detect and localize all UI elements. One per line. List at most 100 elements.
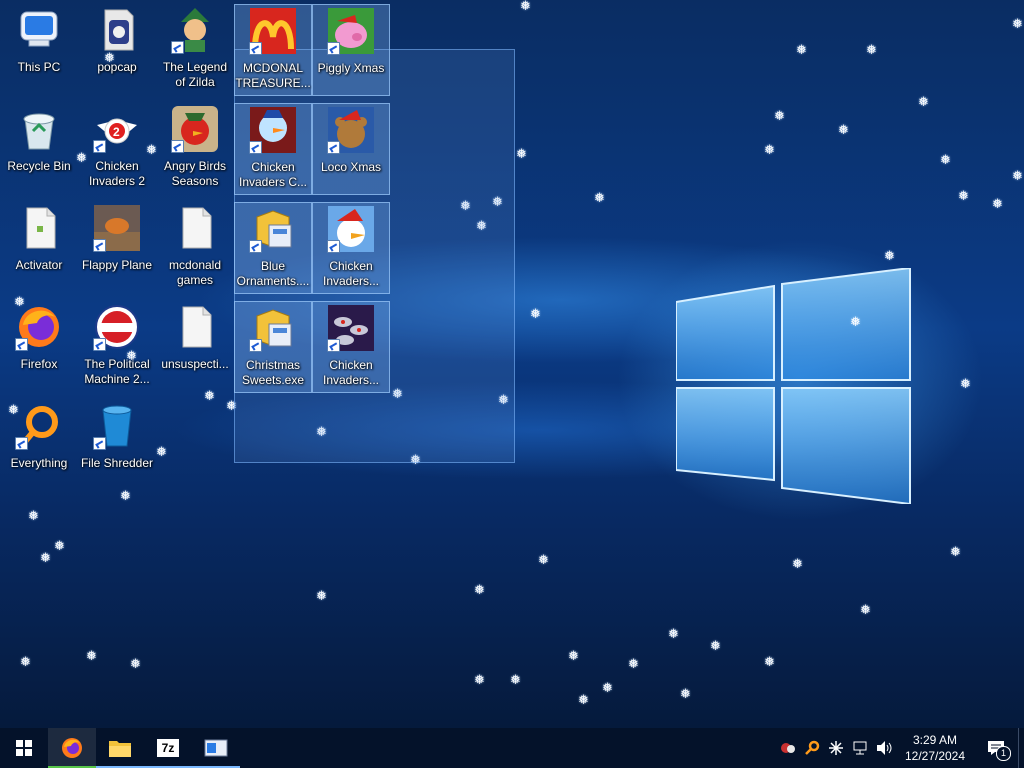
system-tray: 3:29 AM 12/27/2024 1 (776, 728, 1024, 768)
icon-label: MCDONAL TREASURE... (235, 61, 311, 90)
desktop-icon-piggly-xmas[interactable]: Piggly Xmas (312, 4, 390, 96)
popcap-icon (93, 6, 141, 54)
shortcut-arrow-icon (249, 240, 262, 253)
snowflake-icon: ❅ (520, 0, 531, 14)
snowflake-icon: ❅ (940, 153, 951, 168)
snowflake-icon: ❅ (918, 95, 929, 110)
snowflake-icon: ❅ (530, 307, 541, 322)
desktop-icon-mcdonal-treasure[interactable]: MCDONAL TREASURE... (234, 4, 312, 96)
snowflake-icon: ❅ (602, 681, 613, 696)
snowflake-icon: ❅ (866, 43, 877, 58)
desktop-icon-chicken-invaders-c[interactable]: Chicken Invaders C... (234, 103, 312, 195)
snowflake-icon: ❅ (796, 43, 807, 58)
snowflake-icon: ❅ (628, 657, 639, 672)
icon-label: unsuspecti... (161, 357, 229, 371)
shortcut-arrow-icon (15, 338, 28, 351)
desktop-icon-chicken-invaders-santa[interactable]: Chicken Invaders... (312, 202, 390, 294)
this-pc-icon (15, 6, 63, 54)
everything-tray-icon[interactable] (800, 728, 824, 768)
shortcut-arrow-icon (249, 339, 262, 352)
icon-label: Firefox (20, 357, 58, 371)
desktop-icon-recycle-bin[interactable]: Recycle Bin (0, 103, 78, 195)
desktop-icon-file-shredder[interactable]: File Shredder (78, 400, 156, 492)
spaceships-icon (327, 304, 375, 352)
shortcut-arrow-icon (327, 240, 340, 253)
taskbar-file-explorer-button[interactable] (96, 728, 144, 768)
desktop-icon-political-machine[interactable]: The Political Machine 2... (78, 301, 156, 393)
desktop-icon-christmas-sweets[interactable]: Christmas Sweets.exe (234, 301, 312, 393)
desktop-icon-firefox[interactable]: Firefox (0, 301, 78, 393)
desktop-icon-loco-xmas[interactable]: Loco Xmas (312, 103, 390, 195)
show-desktop-button[interactable] (1018, 728, 1024, 768)
svg-text:2: 2 (113, 125, 120, 139)
window-icon (204, 739, 228, 757)
snowflake-icon: ❅ (950, 545, 961, 560)
desktop-icon-everything[interactable]: Everything (0, 400, 78, 492)
taskbar-firefox-button[interactable] (48, 728, 96, 768)
snowflake-icon: ❅ (958, 189, 969, 204)
snowflake-tray-icon[interactable] (824, 728, 848, 768)
snowflake-icon: ❅ (1012, 169, 1023, 184)
icon-label: Chicken Invaders C... (238, 160, 308, 189)
taskbar-clock[interactable]: 3:29 AM 12/27/2024 (896, 732, 974, 764)
icon-label: The Political Machine 2... (84, 357, 150, 386)
icon-label: Activator (15, 258, 63, 272)
desktop-icon-chicken-invaders-2[interactable]: 2 Chicken Invaders 2 (78, 103, 156, 195)
snowflake-icon: ❅ (680, 687, 691, 702)
taskbar-window-button[interactable] (192, 728, 240, 768)
snowflake-icon: ❅ (764, 143, 775, 158)
zilda-icon (171, 6, 219, 54)
windows-start-icon (16, 740, 32, 756)
desktop-icon-activator[interactable]: Activator (0, 202, 78, 294)
firefox-icon (15, 303, 63, 351)
desktop-icon-blue-ornaments[interactable]: Blue Ornaments.... (234, 202, 312, 294)
clock-date: 12/27/2024 (904, 749, 966, 763)
snowflake-icon: ❅ (850, 315, 861, 330)
snowflake-icon: ❅ (792, 557, 803, 572)
shortcut-arrow-icon (171, 140, 184, 153)
snowflake-icon: ❅ (54, 539, 65, 554)
mcdonalds-icon (249, 7, 297, 55)
shortcut-arrow-icon (327, 42, 340, 55)
snowman-icon (249, 106, 297, 154)
pig-icon (327, 7, 375, 55)
recycle-bin-icon (15, 105, 63, 153)
snowflake-icon: ❅ (20, 655, 31, 670)
seven-zip-icon: 7z (157, 739, 179, 757)
snowflake-icon: ❅ (510, 673, 521, 688)
shortcut-arrow-icon (249, 42, 262, 55)
icon-label: Christmas Sweets.exe (241, 358, 305, 387)
snowflake-icon: ❅ (86, 649, 97, 664)
shortcut-arrow-icon (249, 141, 262, 154)
shortcut-arrow-icon (93, 437, 106, 450)
political-machine-icon (93, 303, 141, 351)
taskbar-7zip-button[interactable]: 7z (144, 728, 192, 768)
firefox-icon (62, 738, 82, 758)
start-button[interactable] (0, 728, 48, 768)
icon-label: Angry Birds Seasons (163, 159, 227, 188)
file-shredder-icon (93, 402, 141, 450)
icon-label: Chicken Invaders... (322, 358, 380, 387)
snowflake-icon: ❅ (578, 693, 589, 708)
snowflake-icon: ❅ (40, 551, 51, 566)
shortcut-arrow-icon (327, 141, 340, 154)
snowflake-icon: ❅ (28, 509, 39, 524)
security-tray-icon[interactable] (776, 728, 800, 768)
snowflake-icon: ❅ (474, 673, 485, 688)
desktop-icon-unsuspecti[interactable]: unsuspecti... (156, 301, 234, 393)
desktop-icon-chicken-invaders-ships[interactable]: Chicken Invaders... (312, 301, 390, 393)
snowflake-icon: ❅ (474, 583, 485, 598)
network-icon[interactable] (848, 728, 872, 768)
snowflake-icon: ❅ (1012, 17, 1023, 32)
volume-icon[interactable] (872, 728, 896, 768)
desktop-icon-popcap[interactable]: popcap (78, 4, 156, 96)
shortcut-arrow-icon (93, 338, 106, 351)
desktop-icon-legend-of-zilda[interactable]: The Legend of Zilda (156, 4, 234, 96)
icon-label: Blue Ornaments.... (236, 259, 310, 288)
desktop-icon-flappy-plane[interactable]: Flappy Plane (78, 202, 156, 294)
desktop-icon-angry-birds-seasons[interactable]: Angry Birds Seasons (156, 103, 234, 195)
desktop-icon-this-pc[interactable]: This PC (0, 4, 78, 96)
action-center-button[interactable]: 1 (974, 728, 1018, 768)
desktop-icon-mcdonald-games[interactable]: mcdonald games (156, 202, 234, 294)
icon-label: This PC (17, 60, 61, 74)
